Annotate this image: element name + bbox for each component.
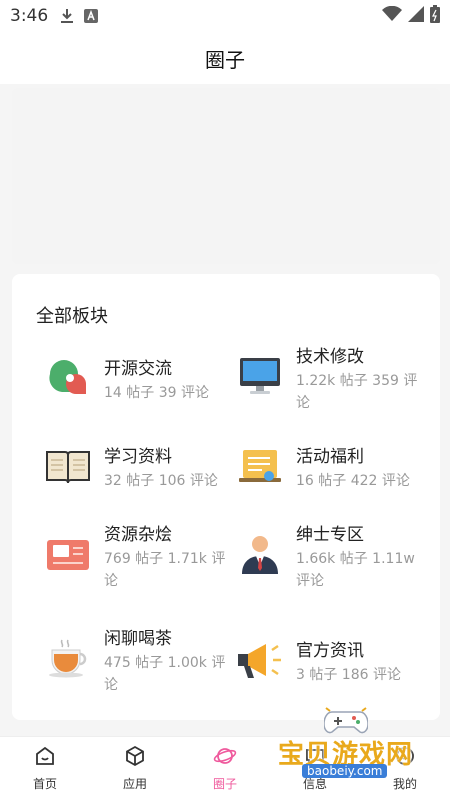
status-bar: 3:46 <box>0 0 450 32</box>
board-stats: 32 帖子 106 评论 <box>104 473 218 489</box>
board-name: 活动福利 <box>296 447 364 467</box>
boards-card: 全部板块 开源交流 14 帖子 39 评论 技术修改 1.22k 帖子 359 … <box>12 274 440 720</box>
banner-area[interactable] <box>12 88 440 264</box>
board-name: 闲聊喝茶 <box>104 629 172 649</box>
planet-icon <box>213 745 237 771</box>
monitor-icon <box>236 352 284 400</box>
gentleman-icon <box>236 530 284 578</box>
board-item-tea-chat[interactable]: 闲聊喝茶 475 帖子 1.00k 评论 <box>44 624 244 700</box>
tab-apps[interactable]: 应用 <box>90 737 180 800</box>
battery-icon <box>430 5 440 27</box>
tea-cup-icon <box>44 634 92 682</box>
board-item-gentleman[interactable]: 绅士专区 1.66k 帖子 1.11w 评论 <box>236 520 436 596</box>
board-stats: 3 帖子 186 评论 <box>296 667 401 683</box>
board-name: 技术修改 <box>296 347 364 367</box>
board-stats: 14 帖子 39 评论 <box>104 385 209 401</box>
a-notification-icon <box>84 9 99 23</box>
signal-icon <box>408 6 424 26</box>
board-stats: 475 帖子 1.00k 评论 <box>104 655 226 693</box>
board-stats: 1.22k 帖子 359 评论 <box>296 373 418 411</box>
tab-label: 应用 <box>122 777 147 791</box>
tab-label: 圈子 <box>212 777 237 791</box>
megaphone-icon <box>236 636 284 684</box>
wifi-icon <box>382 5 402 26</box>
board-name: 官方资讯 <box>296 641 364 661</box>
board-name: 资源杂烩 <box>104 525 172 545</box>
page-title: 圈子 <box>205 47 245 72</box>
board-stats: 16 帖子 422 评论 <box>296 473 410 489</box>
tab-circle[interactable]: 圈子 <box>180 737 270 800</box>
tab-home[interactable]: 首页 <box>0 737 90 800</box>
notice-board-icon <box>236 442 284 490</box>
download-icon <box>60 8 74 24</box>
chat-bubbles-icon <box>44 354 92 402</box>
board-item-tech-mod[interactable]: 技术修改 1.22k 帖子 359 评论 <box>236 342 436 418</box>
watermark-url: baobeiy.com <box>302 764 388 778</box>
home-icon <box>34 745 56 771</box>
cube-icon <box>124 745 146 771</box>
board-name: 开源交流 <box>104 359 172 379</box>
open-book-icon <box>44 442 92 490</box>
board-name: 绅士专区 <box>296 525 364 545</box>
status-time: 3:46 <box>10 6 49 26</box>
board-item-resources[interactable]: 资源杂烩 769 帖子 1.71k 评论 <box>44 520 244 596</box>
site-watermark: 宝贝游戏网 baobeiy.com <box>276 706 426 790</box>
board-item-open-source[interactable]: 开源交流 14 帖子 39 评论 <box>44 354 244 414</box>
archive-icon <box>44 530 92 578</box>
board-item-study[interactable]: 学习资料 32 帖子 106 评论 <box>44 442 244 498</box>
board-stats: 769 帖子 1.71k 评论 <box>104 551 226 589</box>
board-name: 学习资料 <box>104 447 172 467</box>
board-item-events[interactable]: 活动福利 16 帖子 422 评论 <box>236 442 436 498</box>
board-stats: 1.66k 帖子 1.11w 评论 <box>296 551 415 589</box>
board-item-official-news[interactable]: 官方资讯 3 帖子 186 评论 <box>236 636 436 692</box>
section-title: 全部板块 <box>36 306 108 327</box>
app-header: 圈子 <box>0 32 450 84</box>
tab-label: 首页 <box>32 777 57 791</box>
